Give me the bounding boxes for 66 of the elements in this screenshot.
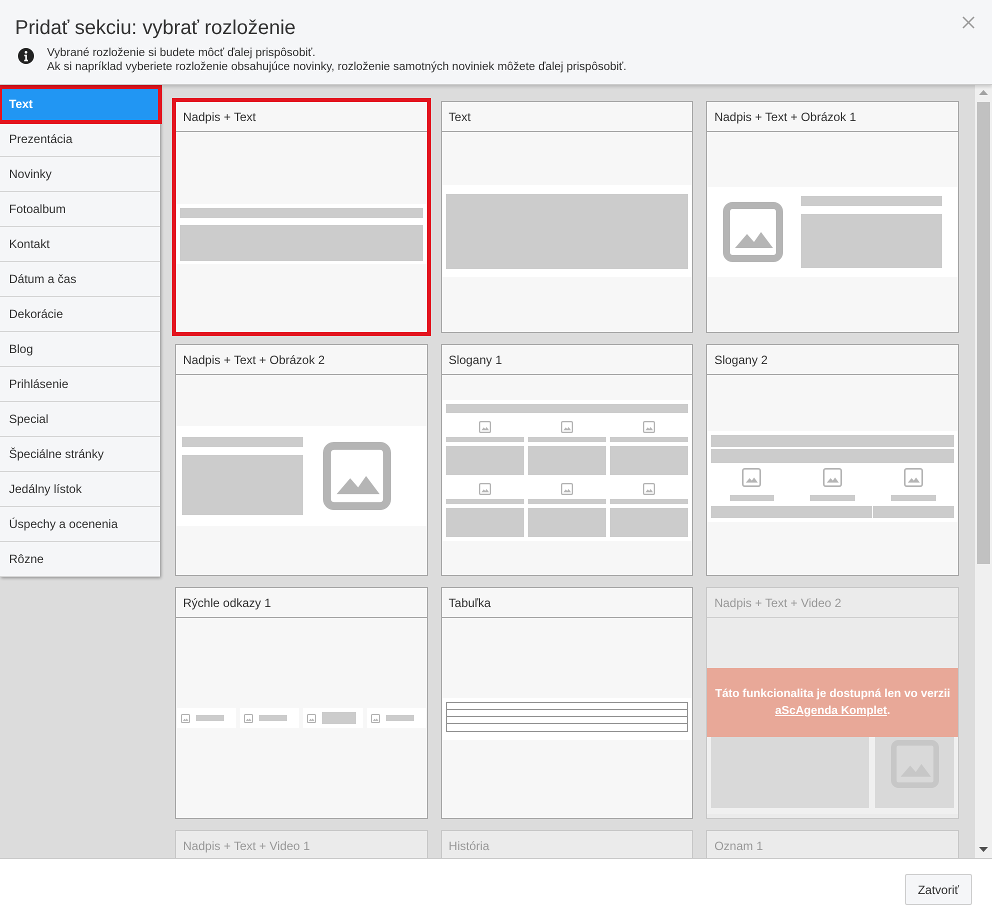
category-item[interactable]: Dátum a čas [0, 262, 160, 297]
close-dialog-button[interactable]: Zatvoriť [904, 874, 972, 905]
scrollbar[interactable] [975, 85, 992, 858]
image-icon [181, 714, 190, 722]
placeholder-bar [196, 715, 224, 721]
image-icon [723, 202, 784, 262]
layout-card[interactable]: Slogany 1 [440, 344, 694, 576]
category-item[interactable]: Prihlásenie [0, 367, 160, 402]
placeholder-bar [322, 712, 356, 724]
image-icon [742, 468, 762, 487]
image-icon [560, 421, 573, 433]
layout-card[interactable]: Tabuľka [440, 587, 694, 819]
category-item[interactable]: Fotoalbum [0, 192, 160, 227]
layout-title: Text [448, 108, 471, 126]
category-item[interactable]: Dekorácie [0, 297, 160, 332]
layout-title: Slogany 1 [448, 352, 502, 368]
layout-title: Nadpis + Text + Obrázok 2 [183, 352, 325, 368]
layout-card[interactable]: Nadpis + Text + Obrázok 1 [706, 101, 959, 333]
category-item[interactable]: Špeciálne stránky [0, 437, 160, 472]
layout-title: Tabuľka [448, 594, 491, 612]
upgrade-message: Táto funkcionalita je dostupná len vo verzii aScAgenda Komplet. [715, 686, 950, 718]
layout-title: Nadpis + Text [183, 108, 256, 126]
layout-title: História [448, 838, 490, 854]
layout-card[interactable]: Nadpis + Text [175, 101, 428, 333]
image-icon [643, 483, 656, 495]
image-icon [478, 483, 491, 495]
layout-card[interactable]: Rýchle odkazy 1 [175, 587, 428, 819]
layout-title: Oznam 1 [714, 838, 764, 854]
layout-title: Slogany 2 [714, 352, 768, 368]
category-item[interactable]: Úspechy a ocenenia [0, 507, 160, 542]
info-text: Ak si napríklad vyberiete rozloženie obsahujúce novinky, rozloženie samotných noviniek môžete ďalej prispôsobiť. [47, 60, 626, 74]
image-icon [823, 468, 842, 487]
layout-card[interactable]: Slogany 2 [706, 344, 959, 576]
info-text: Vybrané rozloženie si budete môcť ďalej prispôsobiť. [47, 46, 316, 60]
placeholder-bar [259, 715, 288, 721]
placeholder-bar [891, 495, 936, 501]
close-icon [962, 16, 974, 28]
category-item[interactable]: Prezentácia [0, 122, 160, 157]
scroll-down-icon[interactable] [979, 847, 988, 853]
layout-title: Nadpis + Text + Video 2 [714, 594, 842, 612]
category-item[interactable]: Rôzne [0, 542, 160, 577]
category-item[interactable]: Kontakt [0, 227, 160, 262]
info-icon [18, 48, 34, 64]
image-icon [244, 714, 254, 722]
category-item[interactable]: Blog [0, 332, 160, 367]
placeholder-bar [730, 495, 774, 501]
category-item[interactable]: Jedálny lístok [0, 472, 160, 507]
category-item[interactable]: Novinky [0, 157, 160, 192]
scroll-thumb[interactable] [977, 102, 990, 564]
image-icon [370, 714, 380, 722]
layout-title: Nadpis + Text + Video 1 [183, 838, 310, 854]
layout-title: Rýchle odkazy 1 [183, 594, 272, 612]
placeholder-bar [386, 715, 414, 721]
image-icon [560, 483, 573, 495]
dialog-title: Pridať sekciu: vybrať rozloženie [15, 16, 296, 40]
layout-card[interactable]: Text [440, 101, 694, 333]
category-item[interactable]: Special [0, 402, 160, 437]
image-icon [643, 421, 656, 433]
image-icon [904, 468, 924, 487]
layout-title: Nadpis + Text + Obrázok 1 [714, 108, 856, 126]
layout-card[interactable]: Nadpis + Text + Obrázok 2 [175, 344, 428, 576]
image-icon [307, 714, 316, 722]
image-icon [478, 421, 491, 433]
scroll-up-icon[interactable] [979, 90, 988, 96]
image-icon [322, 442, 391, 510]
placeholder-bar [810, 495, 855, 501]
